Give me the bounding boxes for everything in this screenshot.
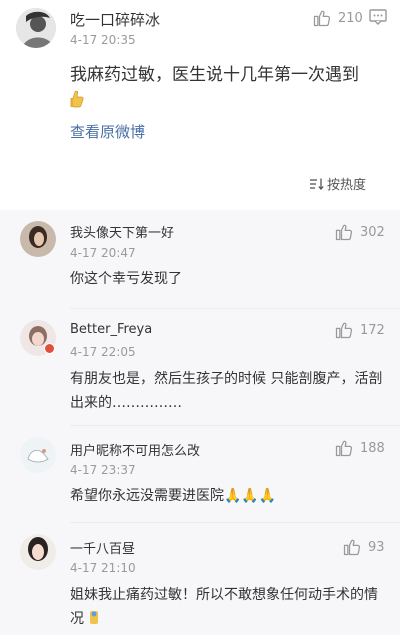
comment-like-button[interactable]: 93 (342, 537, 385, 557)
avatar-image (20, 221, 56, 257)
comment-divider (70, 425, 400, 426)
thumb-up-icon (313, 10, 331, 27)
post-like-button[interactable]: 210 (312, 8, 363, 28)
comment-text: 你这个幸亏发现了 (70, 271, 182, 287)
post-text: 我麻药过敏，医生说十几年第一次遇到 (70, 62, 385, 114)
comment-divider (70, 308, 400, 309)
emoji-icon (88, 609, 100, 625)
post-avatar[interactable] (16, 8, 56, 48)
comment-time: 4-17 20:47 (70, 246, 136, 260)
sort-icon (310, 178, 324, 190)
comment-like-count: 93 (368, 539, 385, 555)
comment-like-button[interactable]: 172 (334, 320, 385, 340)
post-username[interactable]: 吃一口碎碎冰 (70, 9, 160, 30)
comment-text: 希望你永远没需要进医院🙏🙏🙏 (70, 488, 277, 504)
comment-username[interactable]: 我头像天下第一好 (70, 222, 174, 241)
comment-text-content: 姐妹我止痛药过敏！所以不敢想象任何动手术的情况 (70, 587, 378, 627)
avatar-image (20, 437, 56, 473)
comment-avatar[interactable] (20, 221, 56, 257)
comment-username[interactable]: 一千八百昼 (70, 538, 135, 557)
comment-like-button[interactable]: 302 (334, 222, 385, 242)
post-time: 4-17 20:35 (70, 33, 136, 47)
avatar-image (20, 534, 56, 570)
thumb-up-icon (343, 539, 361, 556)
thumbs-up-emoji-icon (70, 90, 84, 108)
comment-time: 4-17 22:05 (70, 345, 136, 359)
comment-like-count: 302 (360, 224, 385, 240)
comment-like-count: 172 (360, 322, 385, 338)
comment-text: 有朋友也是，然后生孩子的时候 只能剖腹产，活剖出来的…………… (70, 371, 383, 411)
comment-avatar[interactable] (20, 437, 56, 473)
comment-time: 4-17 23:37 (70, 463, 136, 477)
post-text-content: 我麻药过敏，医生说十几年第一次遇到 (70, 65, 359, 85)
comment-divider (70, 522, 400, 523)
post-like-count: 210 (338, 10, 363, 26)
view-original-weibo-link[interactable]: 查看原微博 (70, 121, 145, 142)
verified-badge-icon (44, 343, 55, 354)
sort-label: 按热度 (327, 178, 367, 193)
post-card: 吃一口碎碎冰 4-17 20:35 210 我麻药过敏，医生说十几年第一次遇到 … (0, 0, 400, 210)
comment-text: 姐妹我止痛药过敏！所以不敢想象任何动手术的情况 (70, 583, 388, 631)
avatar-image (16, 8, 56, 48)
comment-username[interactable]: 用户昵称不可用怎么改 (70, 440, 200, 459)
comment-avatar[interactable] (20, 534, 56, 570)
thumb-up-icon (335, 224, 353, 241)
comment-time: 4-17 21:10 (70, 561, 136, 575)
sort-by-hot-button[interactable]: 按热度 (310, 174, 366, 193)
chat-menu-icon[interactable] (369, 9, 387, 25)
thumb-up-icon (335, 322, 353, 339)
comment-like-button[interactable]: 188 (334, 438, 385, 458)
comment-username[interactable]: Better_Freya (70, 322, 152, 337)
comment-like-count: 188 (360, 440, 385, 456)
thumb-up-icon (335, 440, 353, 457)
